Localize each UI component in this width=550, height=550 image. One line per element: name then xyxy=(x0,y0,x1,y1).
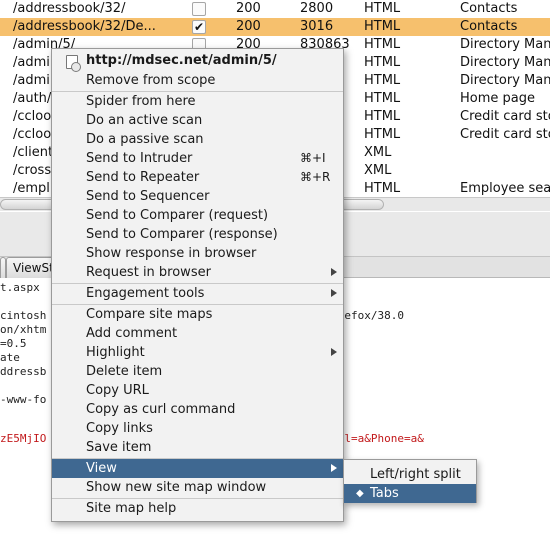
title-cell: Credit card sto xyxy=(460,127,550,142)
mime-cell: HTML xyxy=(364,91,401,106)
context-menu-header-url: http://mdsec.net/admin/5/ xyxy=(86,53,277,68)
menu-item-save-item[interactable]: Save item xyxy=(52,438,343,457)
menu-item-do-an-active-scan[interactable]: Do an active scan xyxy=(52,111,343,130)
editor-line: t.aspx xyxy=(0,281,40,294)
menu-item-do-a-passive-scan[interactable]: Do a passive scan xyxy=(52,130,343,149)
title-cell: Directory Mana xyxy=(460,73,550,88)
menu-item-copy-as-curl-command[interactable]: Copy as curl command xyxy=(52,400,343,419)
table-row[interactable]: /addressbook/32/200 2800 HTML Contacts xyxy=(0,0,550,18)
menu-item-site-map-help[interactable]: Site map help xyxy=(52,499,343,518)
context-menu-header: http://mdsec.net/admin/5/ xyxy=(52,51,343,72)
menu-item-request-in-browser[interactable]: Request in browser xyxy=(52,263,343,282)
mime-cell: HTML xyxy=(364,109,401,124)
shortcut-label: ⌘+R xyxy=(300,170,331,184)
menu-item-remove-from-scope[interactable]: Remove from scope xyxy=(52,71,343,90)
title-cell: Credit card sto xyxy=(460,109,550,124)
editor-line: ddressb xyxy=(0,365,47,378)
menu-item-label: Delete item xyxy=(86,364,163,379)
submenu-item-left-right-split[interactable]: Left/right split xyxy=(344,465,476,484)
menu-item-label: View xyxy=(86,461,117,476)
title-cell: Contacts xyxy=(460,1,518,16)
menu-item-label: Send to Intruder xyxy=(86,151,193,166)
context-menu: http://mdsec.net/admin/5/ Remove from sc… xyxy=(51,48,344,522)
mime-cell: HTML xyxy=(364,19,401,34)
submenu-arrow-icon xyxy=(331,268,337,276)
submenu-arrow-icon xyxy=(331,348,337,356)
submenu-item-label: Tabs xyxy=(370,486,399,501)
title-cell: Home page xyxy=(460,91,535,106)
menu-item-send-to-sequencer[interactable]: Send to Sequencer xyxy=(52,187,343,206)
table-row[interactable]: /addressbook/32/De... 200 3016 HTML Contacts xyxy=(0,18,550,36)
url-cell: /addressbook/32/ xyxy=(13,1,126,16)
title-cell: Contacts xyxy=(460,19,518,34)
menu-item-copy-url[interactable]: Copy URL xyxy=(52,381,343,400)
view-submenu: Left/right split ◆ Tabs xyxy=(343,459,477,503)
editor-line: -www-fo xyxy=(0,393,47,406)
menu-item-spider-from-here[interactable]: Spider from here xyxy=(52,92,343,111)
menu-item-label: Show new site map window xyxy=(86,480,267,495)
in-scope-checkbox[interactable] xyxy=(192,2,206,16)
submenu-item-tabs[interactable]: ◆ Tabs xyxy=(344,484,476,503)
menu-item-label: Do an active scan xyxy=(86,113,203,128)
mime-cell: HTML xyxy=(364,127,401,142)
page-icon xyxy=(66,55,81,72)
editor-line: ate xyxy=(0,351,20,364)
title-cell: Directory Mana xyxy=(460,37,550,52)
menu-item-engagement-tools[interactable]: Engagement tools xyxy=(52,284,343,303)
menu-item-delete-item[interactable]: Delete item xyxy=(52,362,343,381)
menu-item-label: Compare site maps xyxy=(86,307,213,322)
menu-item-copy-links[interactable]: Copy links xyxy=(52,419,343,438)
menu-item-send-to-comparer-request[interactable]: Send to Comparer (request) xyxy=(52,206,343,225)
menu-item-send-to-comparer-response[interactable]: Send to Comparer (response) xyxy=(52,225,343,244)
shortcut-label: ⌘+I xyxy=(300,151,326,165)
length-cell: 2800 xyxy=(300,1,334,16)
url-cell: /addressbook/32/De... xyxy=(13,19,156,34)
menu-item-label: Site map help xyxy=(86,501,177,516)
menu-item-label: Send to Comparer (response) xyxy=(86,227,278,242)
selected-diamond-icon: ◆ xyxy=(356,488,364,499)
menu-item-send-to-intruder[interactable]: Send to Intruder ⌘+I xyxy=(52,149,343,168)
submenu-arrow-icon xyxy=(331,289,337,297)
menu-item-view[interactable]: View xyxy=(52,459,343,478)
mime-cell: HTML xyxy=(364,73,401,88)
mime-cell: HTML xyxy=(364,181,401,196)
menu-item-send-to-repeater[interactable]: Send to Repeater ⌘+R xyxy=(52,168,343,187)
menu-item-label: Show response in browser xyxy=(86,246,257,261)
title-cell: Employee sear xyxy=(460,181,550,196)
mime-cell: HTML xyxy=(364,1,401,16)
menu-item-compare-site-maps[interactable]: Compare site maps xyxy=(52,305,343,324)
status-cell: 200 xyxy=(236,19,261,34)
menu-item-label: Copy links xyxy=(86,421,153,436)
menu-item-add-comment[interactable]: Add comment xyxy=(52,324,343,343)
menu-item-label: Remove from scope xyxy=(86,73,216,88)
mime-cell: XML xyxy=(364,163,392,178)
mime-cell: HTML xyxy=(364,37,401,52)
menu-item-label: Engagement tools xyxy=(86,286,205,301)
menu-item-label: Send to Sequencer xyxy=(86,189,210,204)
menu-item-label: Highlight xyxy=(86,345,145,360)
submenu-arrow-icon xyxy=(331,464,337,472)
editor-line: =0.5 xyxy=(0,337,27,350)
menu-item-label: Send to Comparer (request) xyxy=(86,208,269,223)
menu-item-label: Add comment xyxy=(86,326,178,341)
menu-item-label: Send to Repeater xyxy=(86,170,200,185)
submenu-item-label: Left/right split xyxy=(370,467,461,482)
menu-item-show-new-site-map-window[interactable]: Show new site map window xyxy=(52,478,343,497)
mime-cell: HTML xyxy=(364,55,401,70)
menu-item-label: Copy as curl command xyxy=(86,402,236,417)
menu-item-highlight[interactable]: Highlight xyxy=(52,343,343,362)
in-scope-checkbox[interactable] xyxy=(192,20,206,34)
menu-item-label: Request in browser xyxy=(86,265,211,280)
menu-item-label: Save item xyxy=(86,440,152,455)
mime-cell: XML xyxy=(364,145,392,160)
status-cell: 200 xyxy=(236,1,261,16)
menu-item-show-response-in-browser[interactable]: Show response in browser xyxy=(52,244,343,263)
length-cell: 3016 xyxy=(300,19,334,34)
menu-item-label: Spider from here xyxy=(86,94,196,109)
menu-item-label: Copy URL xyxy=(86,383,149,398)
title-cell: Directory Mana xyxy=(460,55,550,70)
menu-item-label: Do a passive scan xyxy=(86,132,204,147)
